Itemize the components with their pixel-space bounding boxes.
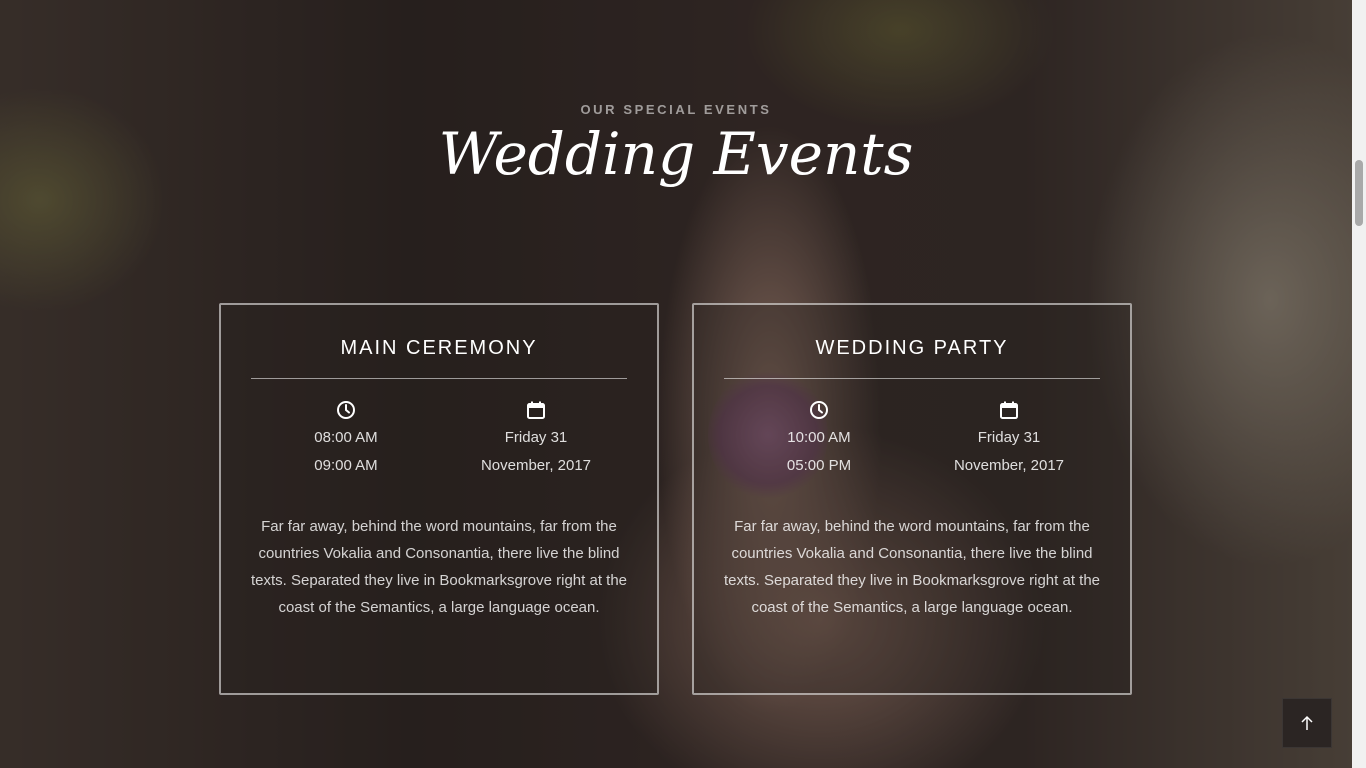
event-date-day: Friday 31 (504, 429, 568, 446)
clock-icon (337, 401, 355, 419)
event-time-end: 05:00 PM (786, 457, 852, 474)
event-time: 10:00 AM 05:00 PM (724, 400, 914, 480)
divider (251, 378, 627, 379)
event-description: Far far away, behind the word mountains,… (723, 518, 1101, 616)
event-card-wedding-party: WEDDING PARTY 10:00 AM 05:00 PM Friday 3… (692, 303, 1132, 695)
page: OUR SPECIAL EVENTS Wedding Events MAIN C… (0, 0, 1366, 768)
arrow-up-icon (1301, 715, 1313, 730)
calendar-icon (527, 401, 545, 419)
event-date-day: Friday 31 (977, 429, 1041, 446)
event-description: Far far away, behind the word mountains,… (250, 518, 628, 616)
event-date: Friday 31 November, 2017 (441, 400, 631, 480)
scrollbar[interactable] (1352, 0, 1366, 768)
calendar-icon (1000, 401, 1018, 419)
section-eyebrow: OUR SPECIAL EVENTS (580, 102, 772, 117)
event-date-month: November, 2017 (953, 457, 1065, 474)
events-section: OUR SPECIAL EVENTS Wedding Events MAIN C… (0, 0, 1366, 768)
event-card-main-ceremony: MAIN CEREMONY 08:00 AM 09:00 AM Friday 3… (219, 303, 659, 695)
event-time: 08:00 AM 09:00 AM (251, 400, 441, 480)
event-date-month: November, 2017 (480, 457, 592, 474)
divider (724, 378, 1100, 379)
event-title: MAIN CEREMONY (340, 337, 538, 359)
clock-icon (810, 401, 828, 419)
event-date: Friday 31 November, 2017 (914, 400, 1104, 480)
event-title: WEDDING PARTY (815, 337, 1009, 359)
event-time-end: 09:00 AM (314, 457, 378, 474)
back-to-top-button[interactable] (1282, 698, 1332, 748)
scrollbar-thumb[interactable] (1355, 160, 1363, 226)
event-time-start: 10:00 AM (787, 429, 851, 446)
event-time-start: 08:00 AM (314, 429, 378, 446)
section-title: Wedding Events (438, 120, 914, 188)
